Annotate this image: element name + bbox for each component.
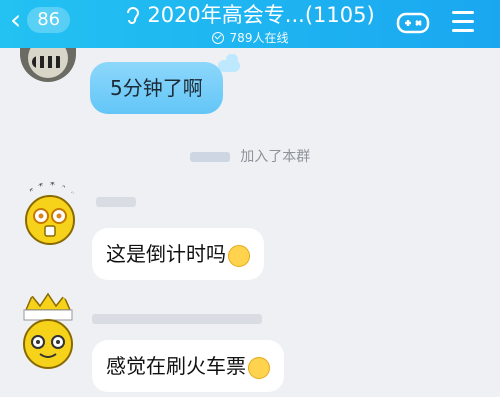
chat-title-area[interactable]: 2020年高会专... (1105) 789人在线 [110, 2, 390, 46]
back-button[interactable]: ‹ 86 [10, 3, 71, 36]
message-text: 这是倒计时吗 [106, 242, 226, 266]
svg-text:*: * [71, 188, 76, 199]
message-text: 感觉在刷火车票 [106, 354, 246, 378]
avatar[interactable] [14, 292, 80, 372]
system-message-text: 加入了本群 [240, 149, 311, 165]
smile-emoji-icon [228, 244, 250, 267]
online-count: 789人在线 [229, 31, 289, 45]
message-bubble[interactable]: 这是倒计时吗 [92, 228, 264, 280]
chat-header: ‹ 86 2020年高会专... (1105) 789人在线 [0, 0, 500, 48]
message-bubble[interactable]: 5分钟了啊 [90, 62, 223, 114]
blurred-username [92, 314, 262, 324]
ear-icon [127, 7, 140, 24]
blurred-username [189, 152, 230, 162]
message-bubble[interactable]: 感觉在刷火车票 [92, 340, 284, 392]
grin-emoji-icon [248, 356, 270, 379]
bubble-decoration [226, 54, 238, 64]
member-count: (1105) [304, 3, 375, 27]
blurred-username [96, 197, 136, 207]
group-title: 2020年高会专... [147, 3, 305, 27]
gamepad-icon[interactable] [396, 10, 430, 36]
chevron-left-icon: ‹ [10, 3, 22, 36]
menu-icon[interactable] [452, 11, 474, 38]
unread-badge: 86 [27, 7, 71, 33]
avatar[interactable] [20, 48, 76, 82]
online-check-icon [211, 32, 224, 44]
svg-text:*: * [28, 186, 33, 197]
avatar[interactable]: * * * * * [18, 182, 82, 250]
system-message: 加入了本群 [0, 146, 500, 166]
svg-text:*: * [38, 182, 43, 192]
svg-text:*: * [50, 182, 55, 191]
message-text: 5分钟了啊 [110, 76, 203, 100]
svg-text:*: * [62, 182, 67, 193]
